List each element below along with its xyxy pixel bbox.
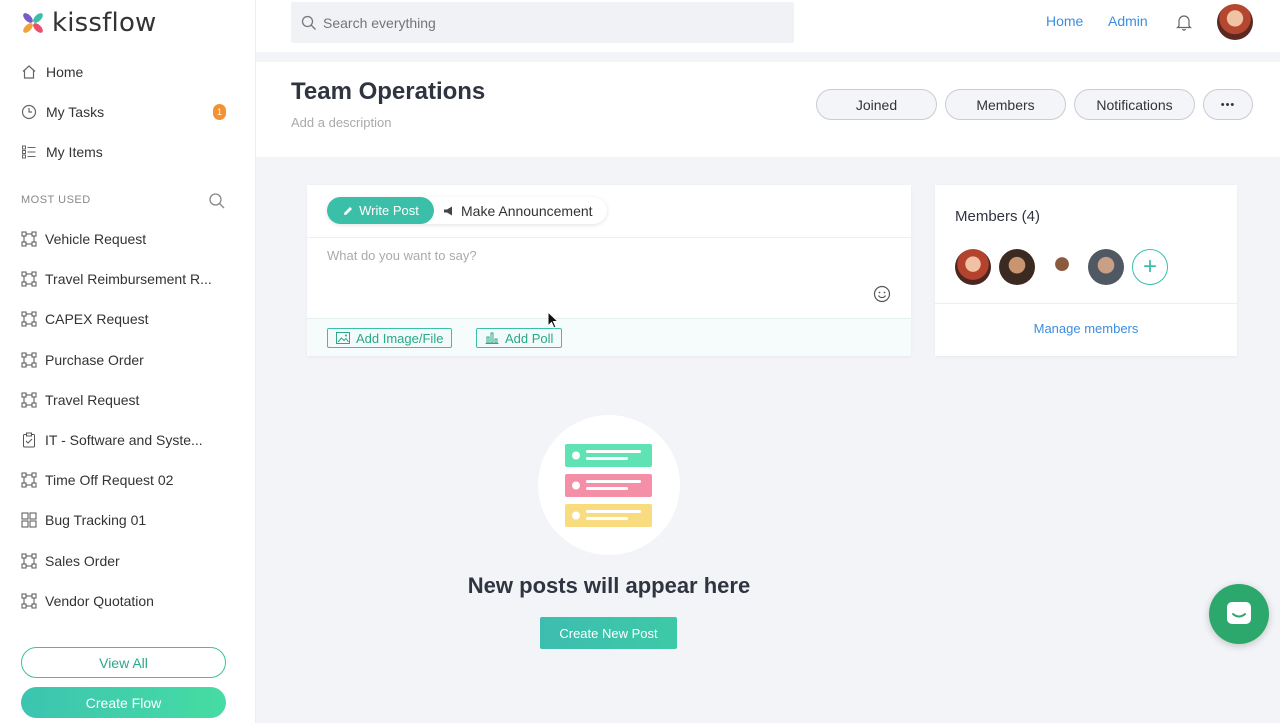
process-icon — [20, 391, 38, 409]
member-avatar[interactable] — [1044, 249, 1080, 285]
user-avatar[interactable] — [1217, 4, 1253, 40]
chat-icon — [1227, 602, 1251, 624]
empty-posts-illustration — [538, 415, 680, 555]
nav-item-my-items[interactable]: My Items — [0, 132, 256, 172]
top-nav-admin-link[interactable]: Admin — [1108, 13, 1148, 29]
flow-item-capex-request[interactable]: CAPEX Request — [0, 299, 256, 339]
process-icon — [20, 310, 38, 328]
nav-item-home[interactable]: Home — [0, 52, 256, 92]
flow-item-vendor-quotation[interactable]: Vendor Quotation — [0, 581, 256, 621]
post-text-input[interactable]: What do you want to say? — [327, 248, 477, 263]
member-avatar[interactable] — [999, 249, 1035, 285]
process-icon — [20, 552, 38, 570]
post-composer: Write Post Make Announcement What do you… — [307, 185, 911, 356]
flow-label: Vendor Quotation — [45, 592, 154, 609]
flow-label: Time Off Request 02 — [45, 472, 174, 489]
process-icon — [20, 351, 38, 369]
kissflow-logo-icon — [23, 13, 43, 33]
kissflow-logo[interactable]: kissflow — [20, 8, 157, 38]
mouse-cursor-icon — [547, 311, 560, 329]
create-flow-button[interactable]: Create Flow — [21, 687, 226, 718]
divider — [935, 303, 1237, 304]
more-options-button[interactable]: ••• — [1203, 89, 1253, 120]
clock-icon — [20, 103, 38, 121]
joined-button[interactable]: Joined — [816, 89, 937, 120]
bell-icon[interactable] — [1174, 12, 1194, 32]
flow-item-purchase-order[interactable]: Purchase Order — [0, 340, 256, 380]
button-label: Add Poll — [505, 330, 554, 346]
tab-label: Write Post — [359, 203, 419, 218]
add-poll-button[interactable]: Add Poll — [476, 328, 563, 348]
process-icon — [20, 471, 38, 489]
tab-write-post[interactable]: Write Post — [327, 197, 434, 224]
nav-label: My Items — [46, 144, 103, 160]
tab-make-announcement[interactable]: Make Announcement — [443, 197, 593, 224]
composer-tabs: Write Post Make Announcement — [327, 197, 607, 224]
flow-item-sales-order[interactable]: Sales Order — [0, 541, 256, 581]
create-new-post-button[interactable]: Create New Post — [540, 617, 677, 649]
main-nav: Home My Tasks 1 My Items — [0, 52, 256, 172]
flow-label: Bug Tracking 01 — [45, 512, 147, 529]
flow-item-vehicle-request[interactable]: Vehicle Request — [0, 219, 256, 259]
page-header: Team Operations Add a description Joined… — [256, 62, 1280, 157]
member-avatar[interactable] — [1088, 249, 1124, 285]
flow-item-bug-tracking[interactable]: Bug Tracking 01 — [0, 500, 256, 540]
most-used-heading: MOST USED — [21, 194, 91, 206]
flow-label: CAPEX Request — [45, 311, 149, 328]
image-icon — [336, 332, 350, 344]
add-image-file-button[interactable]: Add Image/File — [327, 328, 453, 348]
sidebar: kissflow Home My Tasks 1 My Items MOST U… — [0, 0, 256, 723]
description-field[interactable]: Add a description — [291, 115, 391, 130]
members-button[interactable]: Members — [945, 89, 1066, 120]
grid-icon — [20, 511, 38, 529]
nav-label: Home — [46, 64, 84, 80]
members-title: Members (4) — [955, 208, 1041, 225]
members-card: Members (4) + Manage members — [935, 185, 1237, 356]
process-icon — [20, 270, 38, 288]
flow-label: IT - Software and Syste... — [45, 432, 203, 449]
nav-item-my-tasks[interactable]: My Tasks 1 — [0, 92, 256, 132]
composer-footer: Add Image/File Add Poll — [307, 318, 911, 356]
search-icon — [301, 15, 316, 30]
empty-state-title: New posts will appear here — [467, 573, 751, 598]
bar-chart-icon — [485, 332, 499, 344]
flow-label: Vehicle Request — [45, 231, 147, 248]
most-used-list: Vehicle Request Travel Reimbursement R..… — [0, 219, 256, 621]
top-nav-home-link[interactable]: Home — [1046, 13, 1083, 29]
flow-item-time-off[interactable]: Time Off Request 02 — [0, 460, 256, 500]
global-search[interactable] — [291, 2, 794, 43]
flow-item-travel-request[interactable]: Travel Request — [0, 380, 256, 420]
process-icon — [20, 592, 38, 610]
flow-label: Travel Reimbursement R... — [45, 271, 212, 288]
chat-launcher[interactable] — [1209, 584, 1269, 644]
tasks-count-badge: 1 — [213, 104, 226, 120]
megaphone-icon — [444, 206, 452, 215]
add-member-button[interactable]: + — [1132, 249, 1168, 285]
home-icon — [20, 63, 38, 81]
list-icon — [20, 143, 38, 161]
app-name: kissflow — [52, 8, 157, 38]
pencil-icon — [344, 206, 353, 215]
view-all-button[interactable]: View All — [21, 647, 226, 678]
process-icon — [20, 230, 38, 248]
member-avatar[interactable] — [955, 249, 991, 285]
tab-label: Make Announcement — [461, 202, 593, 219]
page-title: Team Operations — [291, 78, 486, 105]
flow-label: Purchase Order — [45, 351, 144, 368]
notifications-button[interactable]: Notifications — [1074, 89, 1195, 120]
flow-item-it-software[interactable]: IT - Software and Syste... — [0, 420, 256, 460]
flow-item-travel-reimbursement[interactable]: Travel Reimbursement R... — [0, 259, 256, 299]
nav-label: My Tasks — [46, 104, 105, 120]
button-label: Add Image/File — [356, 330, 444, 346]
flow-label: Sales Order — [45, 552, 120, 569]
search-icon[interactable] — [208, 192, 226, 210]
search-input[interactable] — [323, 14, 763, 31]
top-bar: Home Admin — [256, 0, 1280, 52]
manage-members-link[interactable]: Manage members — [935, 321, 1237, 336]
posts-illustration-icon — [565, 444, 652, 527]
emoji-icon[interactable] — [873, 285, 891, 303]
clipboard-icon — [20, 431, 38, 449]
flow-label: Travel Request — [45, 391, 140, 408]
divider — [307, 237, 911, 238]
